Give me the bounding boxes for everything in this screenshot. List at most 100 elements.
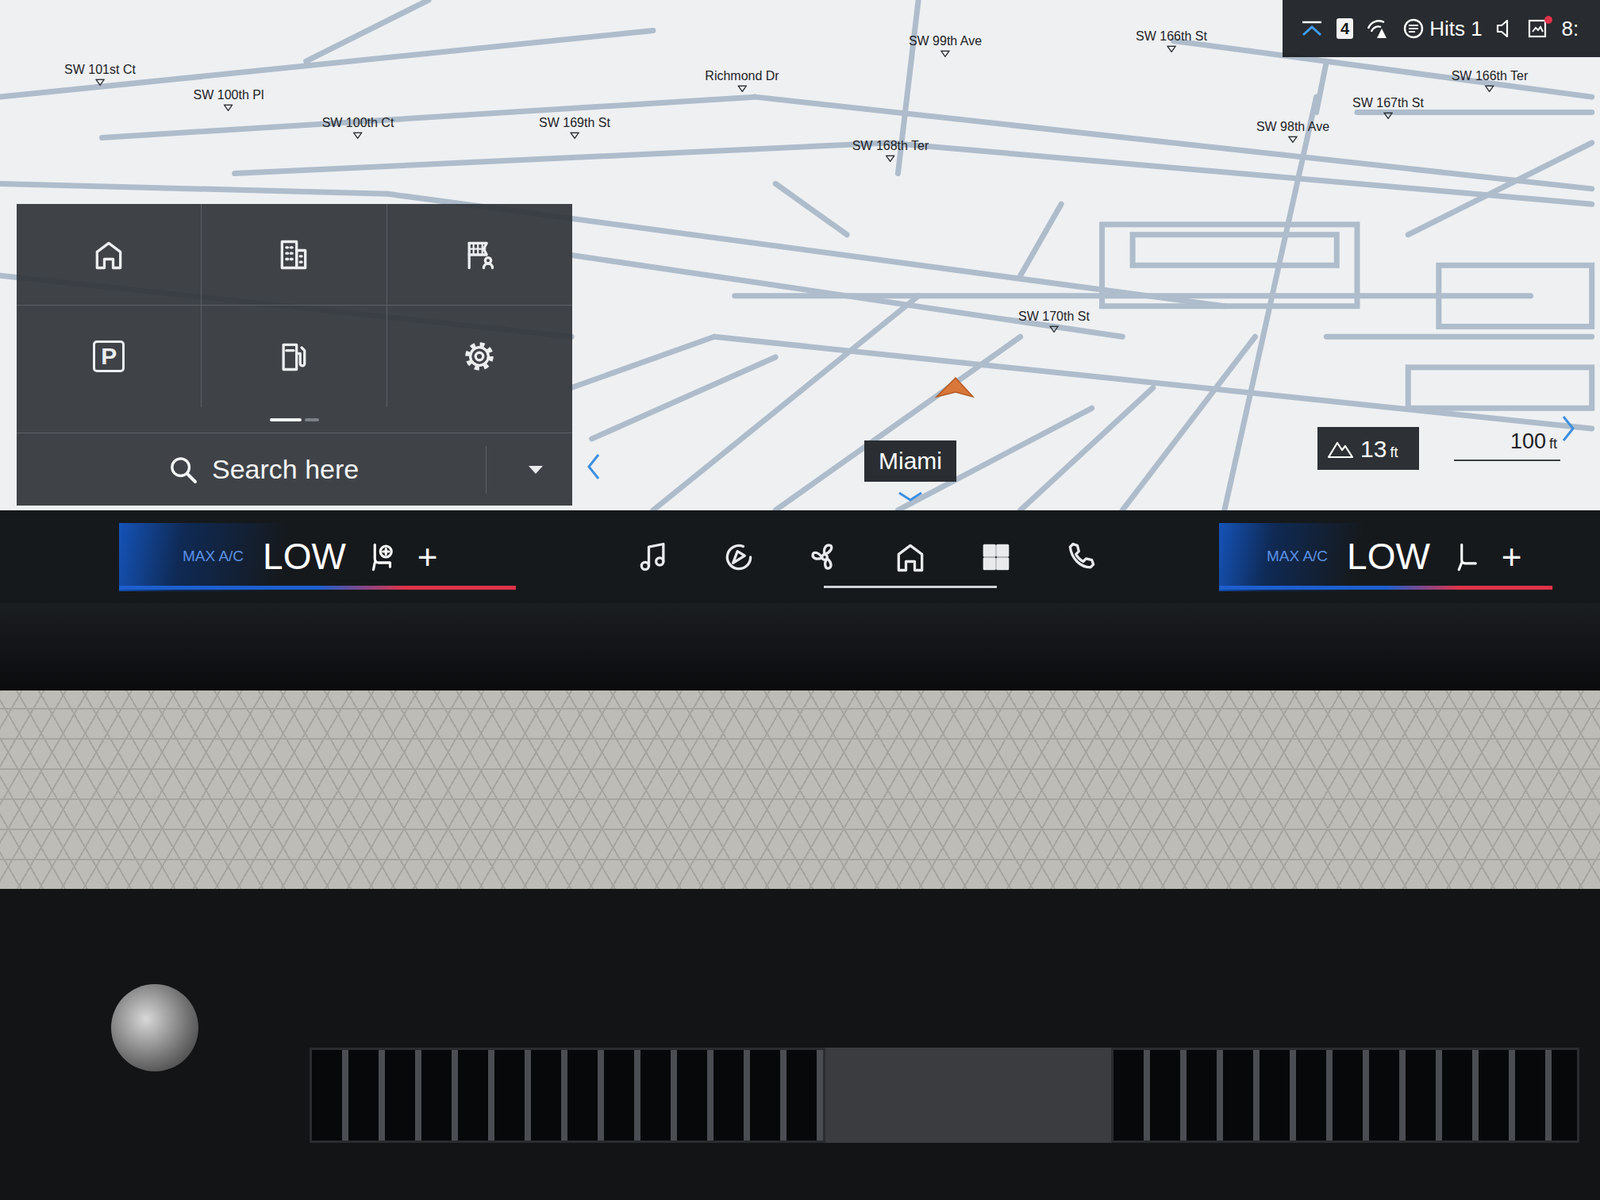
radio-station[interactable]: Hits 1: [1402, 13, 1482, 45]
marker-triangle-icon: [95, 77, 105, 87]
mountain-icon: [1326, 438, 1354, 459]
dock-item[interactable]: [973, 523, 1020, 592]
street-label: SW 166th Ter: [1451, 69, 1529, 93]
street-name: SW 100th Pl: [193, 88, 265, 103]
media-icon: [635, 539, 671, 575]
fuel-icon: [276, 338, 312, 374]
marker-triangle-icon: [223, 103, 234, 112]
connectivity-icon: [1365, 17, 1390, 40]
shortcut-grid: P: [16, 203, 573, 408]
shortcut-button[interactable]: [16, 203, 202, 306]
scale-unit: ft: [1549, 435, 1558, 452]
street-name: SW 166th Ter: [1451, 69, 1529, 84]
parking-label: P: [92, 340, 125, 374]
navigation-icon: [721, 539, 757, 575]
shortcut-button[interactable]: P: [16, 305, 202, 408]
work-icon: [276, 237, 312, 273]
climate-zone: MAX A/C LOW +: [1219, 523, 1553, 592]
dock-item[interactable]: [887, 523, 934, 592]
vehicle-position-icon: [934, 376, 975, 402]
chevron-down-icon: [896, 490, 924, 502]
marker-triangle-icon: [737, 84, 747, 93]
street-label: SW 98th Ave: [1256, 119, 1330, 143]
max-ac-button[interactable]: MAX A/C: [182, 545, 244, 569]
seat-driver-icon[interactable]: [365, 540, 399, 574]
shortcut-button[interactable]: [387, 203, 573, 306]
home-icon: [91, 237, 127, 273]
elevation-box: 13ft: [1317, 426, 1420, 470]
street-label: Richmond Dr: [704, 69, 779, 93]
page-dot[interactable]: [269, 418, 302, 422]
street-name: SW 167th St: [1352, 96, 1424, 111]
shortcut-button[interactable]: [201, 305, 387, 408]
dock-item[interactable]: [630, 523, 677, 592]
marker-triangle-icon: [1484, 84, 1495, 93]
station-name: Hits 1: [1429, 13, 1482, 45]
apps-icon: [978, 539, 1014, 575]
elevation-unit: ft: [1389, 444, 1398, 461]
search-dropdown[interactable]: [499, 464, 573, 476]
climate-zone: MAX A/C LOW +: [119, 523, 516, 592]
marker-triangle-icon: [885, 153, 896, 163]
seat-passenger-icon[interactable]: [1449, 540, 1483, 574]
map-view[interactable]: SW 101st Ct SW 100th Pl SW 100th Ct SW 169t…: [0, 0, 1600, 511]
home-icon: [892, 539, 928, 575]
screen-bezel: [0, 603, 1600, 691]
street-label: SW 169th St: [538, 115, 611, 139]
temperature-increase-button[interactable]: +: [1501, 539, 1523, 575]
chevron-right-icon[interactable]: [1560, 414, 1577, 443]
settings-icon: [461, 338, 497, 374]
unread-dot: [1544, 15, 1553, 24]
temperature-setting[interactable]: LOW: [262, 536, 347, 577]
max-ac-button[interactable]: MAX A/C: [1266, 545, 1328, 569]
street-name: SW 168th Ter: [852, 138, 930, 154]
control-knob[interactable]: [111, 984, 199, 1072]
street-name: SW 166th St: [1135, 29, 1208, 44]
clock: 8:: [1561, 13, 1580, 45]
street-label: SW 100th Pl: [193, 88, 265, 112]
street-name: SW 99th Ave: [908, 34, 982, 49]
elevation-value: 13: [1360, 435, 1387, 462]
status-bar: 4Hits 18:: [1282, 0, 1600, 58]
shortcut-button[interactable]: [387, 305, 573, 408]
chevron-left-icon[interactable]: [585, 452, 602, 481]
street-label: SW 100th Ct: [322, 115, 395, 139]
marker-triangle-icon: [569, 130, 580, 140]
destination-icon: [461, 237, 497, 273]
street-label: SW 168th Ter: [852, 138, 930, 162]
notification-button[interactable]: [1526, 17, 1550, 40]
temperature-increase-button[interactable]: +: [417, 539, 439, 575]
search-bar[interactable]: Search here: [16, 432, 573, 506]
street-label: SW 170th St: [1018, 309, 1090, 333]
street-label: SW 99th Ave: [908, 34, 982, 58]
air-vent[interactable]: [309, 1047, 826, 1143]
temperature-setting[interactable]: LOW: [1346, 536, 1431, 577]
marker-triangle-icon: [353, 130, 363, 140]
street-name: SW 170th St: [1018, 309, 1090, 324]
street-name: SW 100th Ct: [322, 115, 395, 131]
shortcut-button[interactable]: [201, 203, 387, 306]
street-label: SW 166th St: [1135, 29, 1208, 53]
scale-value: 100: [1510, 429, 1547, 454]
dock-item[interactable]: [715, 523, 762, 592]
phone-icon: [1064, 539, 1100, 575]
street-name: SW 98th Ave: [1256, 119, 1330, 135]
marker-triangle-icon: [1049, 324, 1059, 334]
chevron-up-icon[interactable]: [1300, 19, 1324, 38]
page-dot[interactable]: [304, 418, 320, 422]
dashboard-trim: [0, 690, 1600, 889]
street-name: SW 169th St: [538, 115, 611, 131]
dock-item[interactable]: [1058, 523, 1105, 592]
speaker-icon[interactable]: [1495, 18, 1515, 39]
app-dock: [515, 523, 1220, 592]
dashboard-lower: [0, 888, 1600, 1200]
dock-item[interactable]: [801, 523, 848, 592]
radio-icon: [1402, 17, 1427, 40]
search-icon: [167, 453, 200, 486]
search-label[interactable]: Search here: [211, 449, 359, 490]
street-label: SW 101st Ct: [64, 62, 136, 86]
city-tooltip: Miami: [864, 440, 957, 482]
air-vent[interactable]: [1111, 1047, 1580, 1143]
climate-icon: [807, 539, 843, 575]
street-name: SW 101st Ct: [64, 62, 136, 77]
